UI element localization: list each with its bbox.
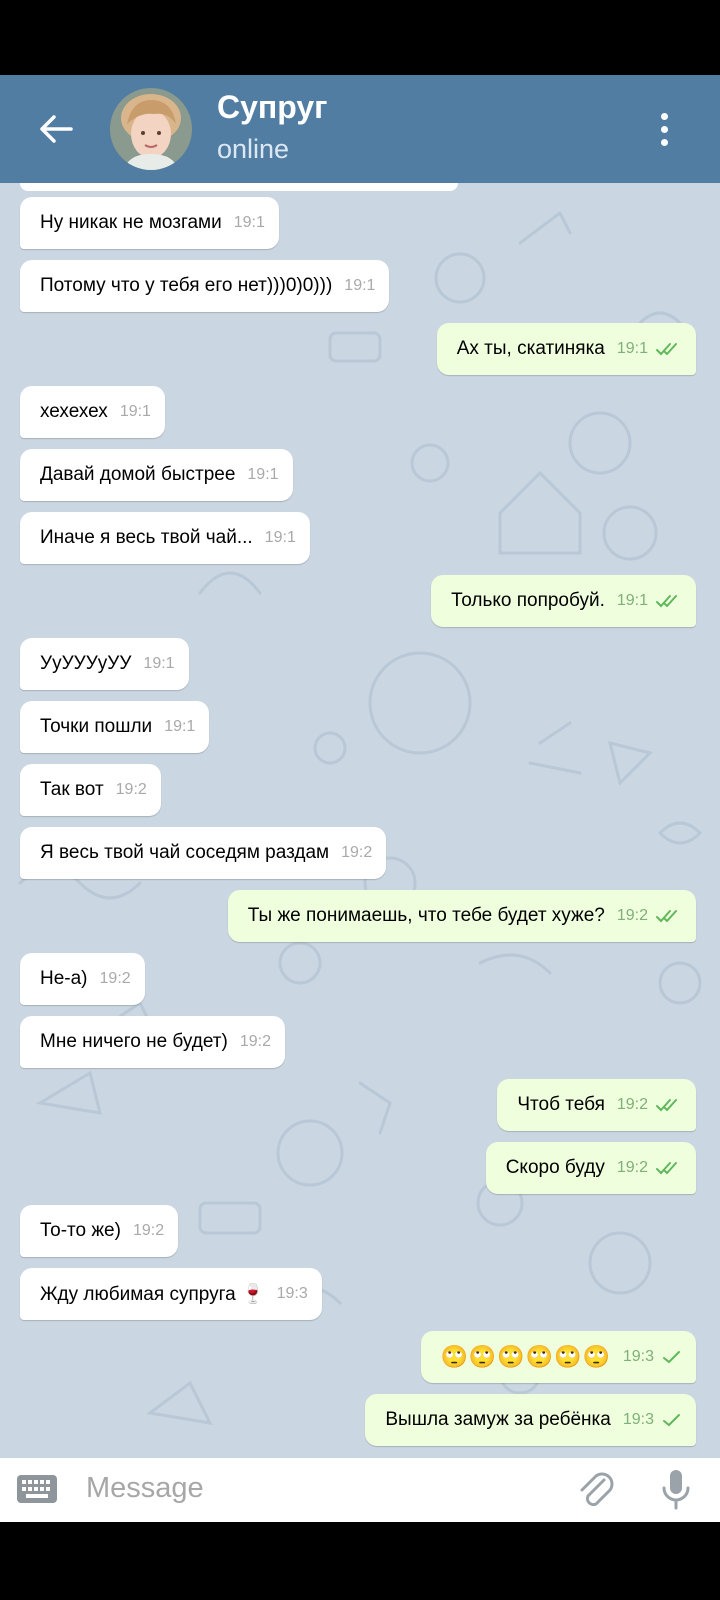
message-text: Я весь твой чай соседям раздам	[40, 842, 330, 863]
message-text: Не-а)	[40, 968, 88, 989]
message-time: 19:2	[616, 1159, 648, 1176]
message-bubble[interactable]: Я весь твой чай соседям раздам 19:2	[20, 827, 387, 879]
message-text: То-то же)	[40, 1220, 121, 1241]
back-arrow-icon[interactable]	[28, 101, 84, 157]
double-check-icon	[656, 909, 682, 923]
message-text: 🙄🙄🙄🙄🙄🙄	[440, 1344, 611, 1369]
message-time: 19:1	[119, 403, 151, 420]
message-time: 19:3	[622, 1411, 654, 1428]
message-time: 19:2	[616, 1096, 648, 1113]
keyboard-icon[interactable]	[16, 1474, 58, 1509]
message-bubble[interactable]: 🙄🙄🙄🙄🙄🙄 19:3	[420, 1331, 696, 1383]
partial-message-bubble	[20, 183, 458, 191]
message-time: 19:2	[99, 970, 131, 987]
message-bubble[interactable]: Вышла замуж за ребёнка 19:3	[365, 1394, 696, 1446]
message-time: 19:1	[143, 655, 175, 672]
message-text: Ну никак не мозгами	[40, 212, 222, 233]
message-bubble[interactable]: Потому что у тебя его нет)))0)0))) 19:1	[20, 260, 390, 312]
avatar[interactable]	[110, 88, 192, 170]
message-bubble[interactable]: хехехех 19:1	[20, 386, 165, 438]
message-time: 19:3	[276, 1285, 308, 1302]
message-text: Так вот	[40, 779, 104, 800]
message-time: 19:1	[164, 718, 196, 735]
double-check-icon	[656, 342, 682, 356]
double-check-icon	[656, 1098, 682, 1112]
double-check-icon	[656, 594, 682, 608]
message-text: Жду любимая супруга 🍷	[40, 1284, 265, 1305]
message-text: хехехех	[40, 401, 108, 422]
chat-header: Супруг online	[0, 75, 720, 183]
message-time: 19:1	[247, 466, 279, 483]
status-bar-area	[0, 0, 720, 75]
message-text: Точки пошли	[40, 716, 153, 737]
message-text: Потому что у тебя его нет)))0)0)))	[40, 275, 333, 296]
message-time: 19:3	[622, 1348, 654, 1365]
message-bubble[interactable]: Ах ты, скатиняка 19:1	[436, 323, 696, 375]
message-bubble[interactable]: Не-а) 19:2	[20, 953, 145, 1005]
attach-icon[interactable]	[574, 1468, 618, 1517]
single-check-icon	[662, 1413, 682, 1427]
message-bubble[interactable]: Давай домой быстрее 19:1	[20, 449, 293, 501]
single-check-icon	[662, 1350, 682, 1364]
message-bubble[interactable]: Ты же понимаешь, что тебе будет хуже? 19…	[227, 890, 696, 942]
message-text: Скоро буду	[505, 1157, 605, 1178]
message-bubble[interactable]: Так вот 19:2	[20, 764, 161, 816]
message-text: Иначе я весь твой чай...	[40, 527, 253, 548]
message-text: Вышла замуж за ребёнка	[385, 1409, 611, 1430]
message-bubble[interactable]: Чтоб тебя 19:2	[497, 1079, 696, 1131]
message-list[interactable]: Ну никак не мозгами 19:1 Потому что у те…	[0, 183, 720, 1458]
chat-status: online	[217, 134, 290, 164]
double-check-icon	[656, 1161, 682, 1175]
message-time: 19:1	[616, 592, 648, 609]
message-bubble[interactable]: Жду любимая супруга 🍷 19:3	[20, 1268, 322, 1320]
message-text: Мне ничего не будет)	[40, 1031, 228, 1052]
message-bubble[interactable]: Мне ничего не будет) 19:2	[20, 1016, 285, 1068]
chat-title[interactable]: Супруг	[217, 89, 327, 126]
message-time: 19:1	[233, 214, 265, 231]
message-time: 19:1	[344, 277, 376, 294]
message-time: 19:2	[616, 907, 648, 924]
message-bubble[interactable]: Точки пошли 19:1	[20, 701, 210, 753]
message-time: 19:2	[115, 781, 147, 798]
message-time: 19:2	[341, 844, 373, 861]
message-time: 19:1	[616, 340, 648, 357]
message-text: Только попробуй.	[451, 590, 605, 611]
message-composer: Message	[0, 1458, 720, 1522]
message-text: УуУУУуУУ	[40, 653, 132, 674]
mic-icon[interactable]	[658, 1468, 694, 1517]
message-text: Ах ты, скатиняка	[456, 338, 605, 359]
message-text: Ты же понимаешь, что тебе будет хуже?	[247, 905, 605, 926]
message-bubble[interactable]: Ну никак не мозгами 19:1	[20, 197, 279, 249]
message-time: 19:2	[239, 1033, 271, 1050]
message-text: Давай домой быстрее	[40, 464, 236, 485]
message-bubble[interactable]: Только попробуй. 19:1	[431, 575, 696, 627]
message-bubble[interactable]: Иначе я весь твой чай... 19:1	[20, 512, 310, 564]
message-text: Чтоб тебя	[517, 1094, 605, 1115]
message-time: 19:1	[264, 529, 296, 546]
message-bubble[interactable]: То-то же) 19:2	[20, 1205, 179, 1257]
message-time: 19:2	[132, 1222, 165, 1239]
message-input[interactable]: Message	[86, 1472, 204, 1505]
navigation-bar-area	[0, 1522, 720, 1600]
message-bubble[interactable]: Скоро буду 19:2	[485, 1142, 696, 1194]
message-bubble[interactable]: УуУУУуУУ 19:1	[20, 638, 189, 690]
more-vertical-icon[interactable]	[646, 101, 682, 157]
